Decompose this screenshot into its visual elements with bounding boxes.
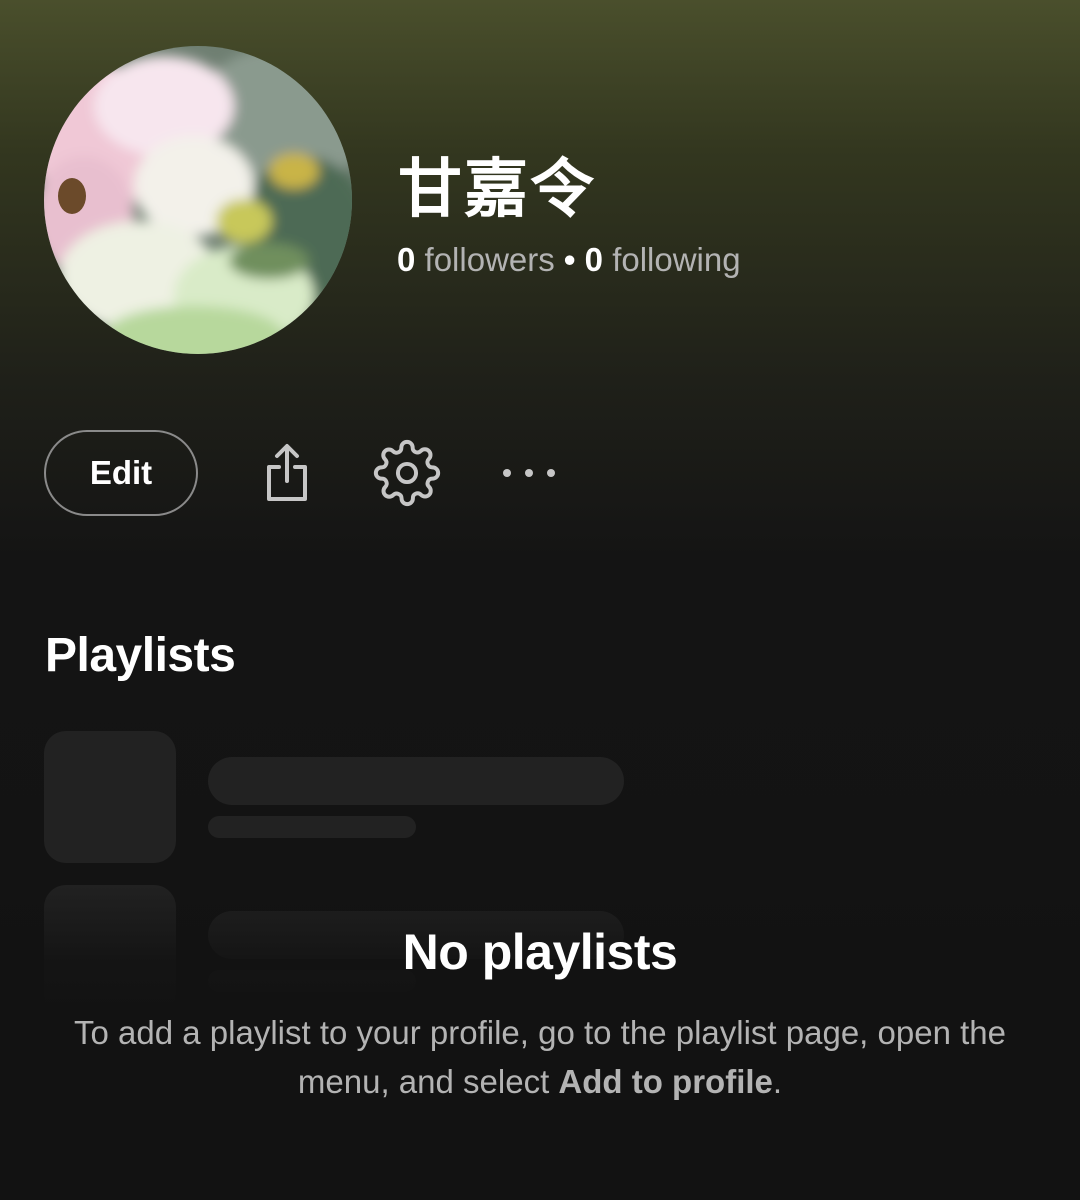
empty-state-description: To add a playlist to your profile, go to… [60,1008,1020,1106]
share-button[interactable] [250,436,324,510]
share-icon [267,444,307,501]
skeleton-subtitle-line [208,816,416,838]
follow-stats: 0 followers • 0 following [397,240,741,280]
skeleton-title-line [208,757,624,805]
profile-display-name: 甘嘉令 [398,153,596,227]
stats-separator: • [563,241,576,278]
more-options-button[interactable] [492,446,566,500]
more-horizontal-icon [503,469,555,477]
edit-profile-button[interactable]: Edit [44,430,198,516]
empty-desc-text: To add a playlist to your profile, go to… [74,1014,1006,1100]
playlists-section-title: Playlists [45,629,236,682]
following-link[interactable]: 0 following [585,241,741,278]
followers-count: 0 [397,241,416,278]
following-label: following [612,241,741,278]
empty-state-title: No playlists [402,924,678,980]
followers-link[interactable]: 0 followers [397,241,555,278]
profile-avatar[interactable] [44,46,352,354]
settings-button[interactable] [370,436,444,510]
empty-desc-emphasis: Add to profile [558,1063,773,1100]
skeleton-thumbnail [44,731,176,863]
gear-icon [373,439,441,507]
following-count: 0 [584,241,604,278]
empty-desc-end: . [772,1063,783,1100]
followers-label: followers [424,241,555,278]
